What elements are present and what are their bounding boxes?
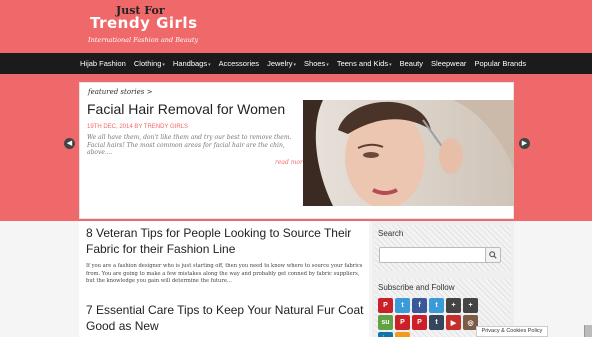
google-plus-icon[interactable]: + — [446, 298, 461, 313]
search-input[interactable] — [379, 247, 489, 263]
nav-item-label: Shoes — [304, 59, 326, 68]
share-icon[interactable]: + — [463, 298, 478, 313]
featured-excerpt: We all have them, don't like them and tr… — [87, 134, 292, 156]
social-title: Subscribe and Follow — [378, 283, 455, 292]
nav-item[interactable]: Teens and Kids▾ — [337, 59, 392, 68]
nav-item-label: Teens and Kids — [336, 59, 389, 68]
nav-item-label: Handbags — [172, 59, 208, 68]
nav-item[interactable]: Popular Brands — [474, 59, 526, 68]
twitter-alt-icon[interactable]: t — [429, 298, 444, 313]
featured-image[interactable] — [303, 100, 514, 206]
pinterest-icon[interactable]: P — [378, 298, 393, 313]
nav-item[interactable]: Handbags▾ — [173, 59, 211, 68]
site-logo[interactable]: Just For Trendy Girls International Fash… — [86, 4, 206, 50]
chevron-down-icon: ▾ — [389, 62, 392, 68]
search-button[interactable] — [485, 247, 501, 263]
logo-line2: Trendy Girls — [90, 14, 198, 32]
sidebar: Search Subscribe and Follow Pt f t + + su P Pt ▶… — [372, 221, 514, 337]
site-tagline: International Fashion and Beauty — [88, 36, 199, 44]
chevron-down-icon: ▾ — [293, 62, 297, 68]
nav-item-label: Hijab Fashion — [80, 59, 126, 68]
nav-item[interactable]: Jewelry▾ — [267, 59, 296, 68]
youtube-icon[interactable]: ▶ — [446, 315, 461, 330]
featured-meta: 19TH DEC, 2014 BY TRENDY GIRLS — [87, 124, 189, 130]
rss-icon[interactable]: ◥ — [395, 332, 410, 337]
main-content: 8 Veteran Tips for People Looking to Sou… — [79, 221, 369, 337]
post-title[interactable]: 7 Essential Care Tips to Keep Your Natur… — [86, 302, 366, 334]
nav-item[interactable]: Beauty — [400, 59, 423, 68]
facebook-icon[interactable]: f — [412, 298, 427, 313]
search-widget: Search — [375, 225, 511, 271]
slider-next-button[interactable]: ▶ — [519, 138, 530, 149]
main-nav: Hijab Fashion Clothing▾ Handbags▾ Accessori… — [0, 53, 592, 74]
nav-item[interactable]: Hijab Fashion — [80, 59, 126, 68]
nav-items: Hijab Fashion Clothing▾ Handbags▾ Accessori… — [80, 53, 534, 74]
featured-story: featured stories > Facial Hair Removal f… — [79, 82, 514, 219]
pinterest-2-icon[interactable]: P — [412, 315, 427, 330]
search-icon — [489, 251, 497, 259]
nav-item[interactable]: Clothing▾ — [134, 59, 165, 68]
slider-prev-button[interactable]: ◀ — [64, 138, 75, 149]
twitter-icon[interactable]: t — [395, 298, 410, 313]
site-header: Just For Trendy Girls International Fash… — [0, 0, 592, 53]
chevron-right-icon: ▶ — [521, 140, 528, 147]
search-title: Search — [378, 229, 404, 238]
nav-item-label: Popular Brands — [474, 59, 527, 68]
chevron-left-icon: ◀ — [66, 140, 73, 147]
post-excerpt: If you are a fashion designer who is jus… — [86, 263, 363, 284]
pinterest-alt-icon[interactable]: P — [395, 315, 410, 330]
read-more-link[interactable]: read more — [275, 159, 306, 166]
nav-item-label: Beauty — [399, 59, 423, 68]
nav-item[interactable]: Shoes▾ — [304, 59, 329, 68]
chevron-down-icon: ▾ — [208, 62, 211, 68]
social-icons: Ptft++suPPt▶◎in◥ — [378, 298, 492, 337]
nav-item-label: Jewelry — [267, 59, 293, 68]
chevron-down-icon: ▾ — [326, 62, 329, 68]
nav-item-label: Clothing — [133, 59, 162, 68]
nav-item[interactable]: Sleepwear — [431, 59, 466, 68]
post-title[interactable]: 8 Veteran Tips for People Looking to Sou… — [86, 225, 366, 257]
stumbleupon-icon[interactable]: su — [378, 315, 393, 330]
featured-title[interactable]: Facial Hair Removal for Women — [87, 101, 285, 117]
nav-item-label: Sleepwear — [430, 59, 467, 68]
chevron-down-icon: ▾ — [162, 62, 165, 68]
nav-item[interactable]: Accessories — [219, 59, 259, 68]
linkedin-icon[interactable]: in — [378, 332, 393, 337]
nav-item-label: Accessories — [218, 59, 260, 68]
tumblr-icon[interactable]: t — [429, 315, 444, 330]
woman-tweezing-eyebrows-photo — [303, 100, 514, 206]
privacy-cookies-button[interactable]: Privacy & Cookies Policy — [476, 326, 548, 337]
featured-label[interactable]: featured stories > — [88, 88, 152, 96]
scrollbar-corner[interactable] — [584, 325, 592, 337]
